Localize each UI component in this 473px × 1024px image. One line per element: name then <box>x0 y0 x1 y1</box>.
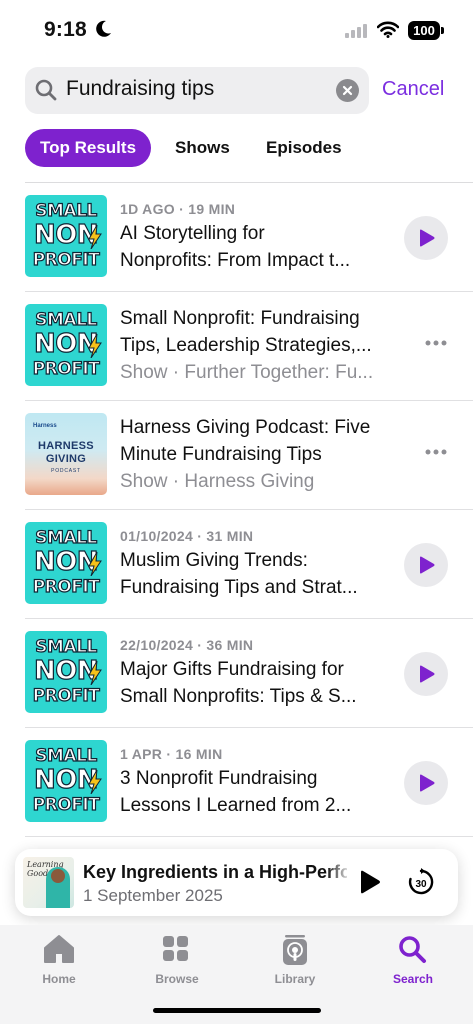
play-button[interactable] <box>404 543 448 587</box>
more-options-icon[interactable] <box>425 340 447 346</box>
now-playing-artwork: Learning Good <box>23 857 74 908</box>
artwork-text: HARNESS <box>38 440 94 452</box>
lightning-bolt-icon <box>88 770 102 794</box>
podcast-artwork: SMALL NON PROFIT <box>25 195 107 277</box>
now-playing-date: 1 September 2025 <box>83 886 223 905</box>
cancel-button[interactable]: Cancel <box>382 78 444 101</box>
artwork-text: PODCAST <box>51 468 81 474</box>
podcast-artwork: SMALL NON PROFIT <box>25 304 107 386</box>
artwork-text: SMALL <box>35 636 98 657</box>
clear-search-button[interactable] <box>336 79 359 102</box>
artwork-person-head <box>51 869 65 883</box>
lightning-bolt-icon <box>88 225 102 249</box>
episode-title: Muslim Giving Trends: <box>120 550 308 571</box>
artwork-text: PROFIT <box>32 249 100 270</box>
search-icon <box>399 936 426 963</box>
episode-title: AI Storytelling for <box>120 223 265 244</box>
home-indicator[interactable] <box>153 1008 321 1013</box>
show-title: Small Nonprofit: Fundraising <box>120 308 360 329</box>
lightning-bolt-icon <box>88 661 102 685</box>
play-icon <box>420 556 435 574</box>
title-fade <box>327 859 351 885</box>
episode-meta: 1D AGO · 19 MIN <box>120 201 236 217</box>
search-query-text[interactable]: Fundraising tips <box>66 77 214 101</box>
tab-library-label: Library <box>274 972 316 986</box>
episode-title-line2: Lessons I Learned from 2... <box>120 795 352 816</box>
now-playing-title: Key Ingredients in a High-Performing <box>83 862 347 882</box>
list-item[interactable]: SMALL NON PROFIT 1D AGO · 19 MIN AI Stor… <box>0 183 473 292</box>
battery-tip <box>441 27 444 34</box>
show-title-line2: Tips, Leadership Strategies,... <box>120 335 372 356</box>
episode-title-line2: Small Nonprofits: Tips & S... <box>120 686 357 707</box>
skip-forward-30-icon[interactable]: 30 <box>407 868 435 896</box>
tab-home-label: Home <box>42 972 76 986</box>
artwork-logo: Harness <box>33 423 57 429</box>
artwork-text: SMALL <box>35 309 98 330</box>
show-subtitle: Show · Further Together: Fu... <box>120 362 374 383</box>
artwork-text-line2: Good <box>27 869 49 878</box>
play-button[interactable] <box>404 216 448 260</box>
artwork-text: PROFIT <box>32 794 100 815</box>
status-bar: 9:18 100 <box>0 0 473 62</box>
artwork-text: GIVING <box>45 453 87 465</box>
status-time: 9:18 <box>44 18 87 41</box>
play-icon <box>420 665 435 683</box>
list-item[interactable]: SMALL NON PROFIT 1 APR · 16 MIN 3 Nonpro… <box>0 728 473 837</box>
magnifier-icon <box>35 79 57 101</box>
show-title-line2: Minute Fundraising Tips <box>120 444 322 465</box>
list-item[interactable]: SMALL NON PROFIT 22/10/2024 · 36 MIN Maj… <box>0 619 473 728</box>
list-item[interactable]: SMALL NON PROFIT Small Nonprofit: Fundra… <box>0 292 473 401</box>
tab-episodes[interactable]: Episodes <box>266 129 342 167</box>
skip-seconds-label: 30 <box>415 879 427 890</box>
episode-meta: 01/10/2024 · 31 MIN <box>120 528 254 544</box>
list-item[interactable]: Harness HARNESS GIVING PODCAST Harness G… <box>0 401 473 510</box>
moon-icon <box>96 20 111 37</box>
battery-icon: 100 <box>408 21 440 40</box>
episode-title-line2: Nonprofits: From Impact t... <box>120 250 351 271</box>
search-input[interactable]: Fundraising tips <box>25 67 369 114</box>
lightning-bolt-icon <box>88 552 102 576</box>
close-icon <box>342 85 353 96</box>
podcast-artwork: SMALL NON PROFIT <box>25 740 107 822</box>
artwork-text: SMALL <box>35 527 98 548</box>
more-options-icon[interactable] <box>425 449 447 455</box>
wifi-icon <box>377 21 399 38</box>
episode-title-line2: Fundraising Tips and Strat... <box>120 577 358 598</box>
cellular-signal-icon <box>345 24 367 38</box>
play-button[interactable] <box>404 761 448 805</box>
grid-icon <box>163 936 188 961</box>
show-title: Harness Giving Podcast: Five <box>120 417 371 438</box>
lightning-bolt-icon <box>88 334 102 358</box>
play-button[interactable] <box>404 652 448 696</box>
tab-browse-label: Browse <box>155 972 199 986</box>
podcast-artwork: SMALL NON PROFIT <box>25 631 107 713</box>
mini-player[interactable]: Learning Good Key Ingredients in a High-P… <box>15 849 458 916</box>
tab-top-results[interactable]: Top Results <box>25 129 152 167</box>
episode-meta: 1 APR · 16 MIN <box>120 746 223 762</box>
play-icon <box>420 229 435 247</box>
list-item[interactable]: SMALL NON PROFIT 01/10/2024 · 31 MIN Mus… <box>0 510 473 619</box>
artwork-text: SMALL <box>35 200 98 221</box>
episode-title: 3 Nonprofit Fundraising <box>120 768 318 789</box>
artwork-text: SMALL <box>35 745 98 766</box>
artwork-text: PROFIT <box>32 358 100 379</box>
home-icon <box>44 935 74 963</box>
show-subtitle: Show · Harness Giving <box>120 471 315 492</box>
episode-title: Major Gifts Fundraising for <box>120 659 344 680</box>
artwork-text: PROFIT <box>32 685 100 706</box>
divider <box>25 836 473 837</box>
podcast-artwork: SMALL NON PROFIT <box>25 522 107 604</box>
tab-shows[interactable]: Shows <box>175 129 230 167</box>
artwork-text: PROFIT <box>32 576 100 597</box>
podcast-artwork: Harness HARNESS GIVING PODCAST <box>25 413 107 495</box>
play-icon[interactable] <box>359 870 381 894</box>
play-icon <box>420 774 435 792</box>
library-icon <box>283 935 307 965</box>
tab-search-label: Search <box>392 972 434 986</box>
episode-meta: 22/10/2024 · 36 MIN <box>120 637 254 653</box>
